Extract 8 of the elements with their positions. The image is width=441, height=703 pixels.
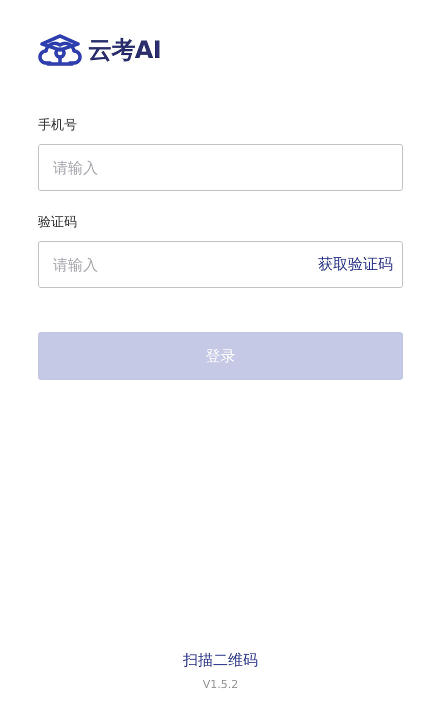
scan-qr-link[interactable]: 扫描二维码 — [183, 648, 258, 670]
get-code-link[interactable]: 获取验证码 — [318, 253, 393, 275]
input-field[interactable]: 请输入 — [38, 144, 403, 191]
version-text: V1.5.2 — [202, 676, 238, 692]
logo-icon — [38, 33, 82, 67]
field-label: 验证码 — [38, 214, 78, 232]
logo-text: 云考AI — [88, 35, 162, 66]
field-label: 手机号 — [38, 117, 78, 135]
